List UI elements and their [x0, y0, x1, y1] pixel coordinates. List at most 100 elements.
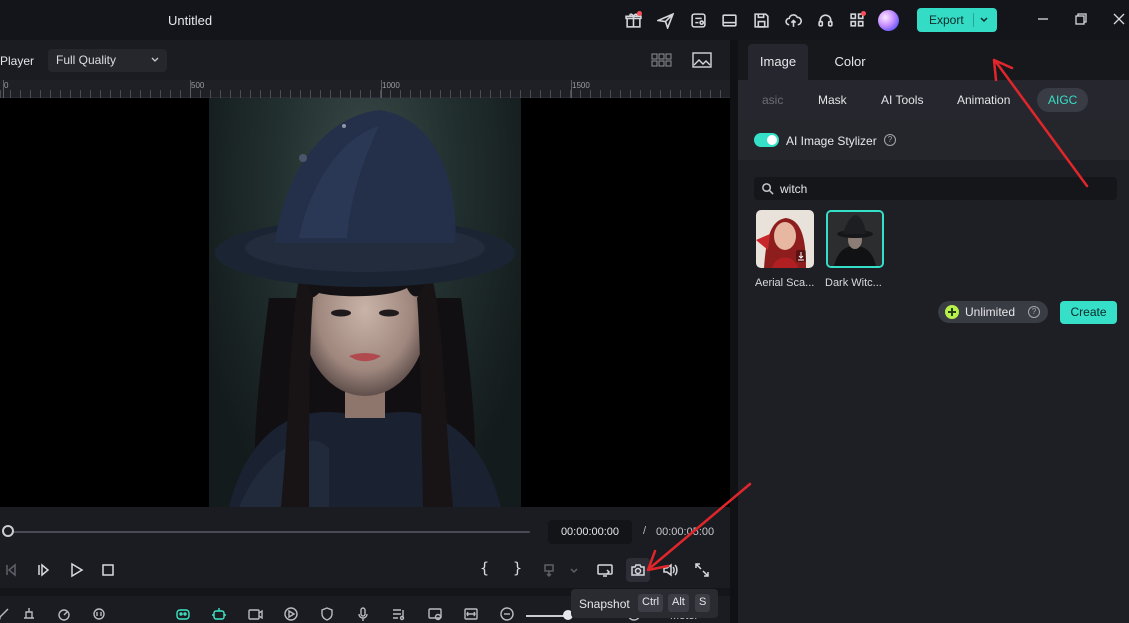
subtab-mask[interactable]: Mask [818, 93, 847, 107]
export-button[interactable]: Export [917, 8, 997, 32]
style-thumbnail-dark-witch[interactable] [826, 210, 884, 268]
player-header: Player Full Quality [0, 40, 730, 80]
tooltip-label: Snapshot [579, 597, 630, 611]
credits-badge[interactable]: Unlimited ? [938, 301, 1048, 323]
shield-icon[interactable] [319, 606, 337, 623]
subtab-basic[interactable]: asic [762, 93, 783, 107]
chevron-down-icon [151, 57, 159, 62]
help-icon[interactable]: ? [1028, 306, 1040, 318]
style-thumbnail-aerial[interactable] [756, 210, 814, 268]
property-tabs: Image Color [738, 40, 1129, 80]
mark-out-icon[interactable]: } [513, 559, 522, 577]
subtab-ai-tools[interactable]: AI Tools [881, 93, 923, 107]
chevron-down-icon[interactable] [563, 559, 585, 581]
next-frame-icon[interactable] [33, 559, 55, 581]
properties-panel: Image Color asic Mask AI Tools Animation… [738, 40, 1129, 623]
credits-label: Unlimited [965, 305, 1016, 319]
display-settings-icon[interactable] [594, 559, 616, 581]
create-button[interactable]: Create [1060, 301, 1117, 324]
split-audio-icon[interactable] [21, 606, 39, 623]
style-label: Aerial Sca... [755, 277, 815, 289]
search-input[interactable] [780, 180, 1100, 197]
player-panel: Player Full Quality 0 500 1000 1500 00:0… [0, 40, 730, 588]
tab-image[interactable]: Image [748, 44, 808, 80]
ai-assistant-icon[interactable] [211, 606, 229, 623]
motion-icon[interactable] [283, 606, 301, 623]
ruler: 0 500 1000 1500 [0, 80, 730, 98]
screen-record-icon[interactable] [427, 606, 445, 623]
grid-view-icon[interactable] [650, 51, 672, 69]
preview-viewport[interactable] [0, 98, 730, 507]
total-time: 00:00:05:00 [656, 526, 715, 538]
notification-dot [637, 11, 642, 16]
plus-icon [945, 305, 959, 319]
stylizer-label: AI Image Stylizer [786, 134, 877, 148]
notification-dot [861, 11, 866, 16]
close-icon[interactable] [1112, 12, 1128, 28]
ruler-label: 500 [191, 81, 205, 90]
fit-width-icon[interactable] [463, 606, 481, 623]
volume-icon[interactable] [659, 559, 681, 581]
previous-frame-icon[interactable] [0, 559, 22, 581]
play-icon[interactable] [65, 559, 87, 581]
playback-controls: { } [0, 557, 730, 588]
microphone-icon[interactable] [355, 606, 373, 623]
subtab-animation[interactable]: Animation [957, 93, 1010, 107]
ai-video-icon[interactable] [247, 606, 265, 623]
audio-sync-icon[interactable] [91, 606, 109, 623]
subtab-aigc[interactable]: AIGC [1037, 88, 1089, 112]
ruler-label: 0 [4, 81, 9, 90]
title-bar: Untitled Export [0, 0, 1129, 40]
snapshot-tooltip: Snapshot Ctrl Alt S [571, 589, 718, 618]
chevron-down-icon[interactable] [977, 13, 991, 27]
insert-icon[interactable] [540, 559, 562, 581]
user-avatar[interactable] [878, 10, 899, 31]
media-settings-icon[interactable] [688, 10, 708, 30]
shortcut-key: S [695, 594, 711, 612]
scissors-icon[interactable] [0, 606, 12, 623]
ai-robot-icon[interactable] [175, 606, 193, 623]
fullscreen-icon[interactable] [691, 559, 713, 581]
tab-color[interactable]: Color [822, 44, 878, 80]
music-list-icon[interactable] [391, 606, 409, 623]
speed-icon[interactable] [56, 606, 74, 623]
headset-icon[interactable] [815, 10, 835, 30]
stop-icon[interactable] [97, 559, 119, 581]
project-title: Untitled [168, 13, 213, 28]
help-icon[interactable]: ? [884, 134, 896, 146]
style-label: Dark Witc... [825, 277, 882, 289]
preview-image [209, 98, 521, 507]
save-icon[interactable] [751, 10, 771, 30]
mark-in-icon[interactable]: { [480, 559, 489, 577]
shortcut-key: Alt [668, 594, 689, 612]
style-search[interactable] [754, 177, 1117, 200]
ruler-label: 1000 [382, 81, 400, 90]
search-icon [762, 183, 774, 195]
zoom-out-icon[interactable] [499, 606, 517, 623]
ruler-label: 1500 [572, 81, 590, 90]
quality-select[interactable]: Full Quality [48, 49, 167, 72]
current-time-field[interactable]: 00:00:00:00 [548, 520, 632, 544]
panel-divider[interactable] [730, 40, 738, 623]
editor-window: Untitled Export Player Full Quality 0 50… [0, 0, 1129, 623]
time-separator: / [643, 525, 647, 537]
player-label: Player [0, 54, 35, 68]
toggle-knob [767, 135, 777, 145]
gift-icon[interactable] [623, 10, 643, 30]
ruler-ticks [0, 90, 730, 98]
quality-value: Full Quality [56, 53, 117, 67]
cloud-upload-icon[interactable] [783, 10, 803, 30]
progress-track[interactable] [8, 531, 530, 533]
apps-grid-icon[interactable] [847, 10, 867, 30]
image-view-icon[interactable] [691, 51, 713, 69]
minimize-icon[interactable] [1036, 12, 1052, 28]
stylizer-toggle[interactable] [754, 133, 779, 147]
shortcut-key: Ctrl [638, 594, 664, 612]
restore-icon[interactable] [1074, 12, 1090, 28]
playhead-handle[interactable] [2, 525, 14, 537]
send-icon[interactable] [655, 10, 675, 30]
layout-icon[interactable] [719, 10, 739, 30]
image-subtabs: asic Mask AI Tools Animation AIGC [738, 80, 1129, 120]
ai-image-stylizer-header: AI Image Stylizer ? [738, 120, 1129, 160]
camera-icon[interactable] [627, 559, 649, 581]
